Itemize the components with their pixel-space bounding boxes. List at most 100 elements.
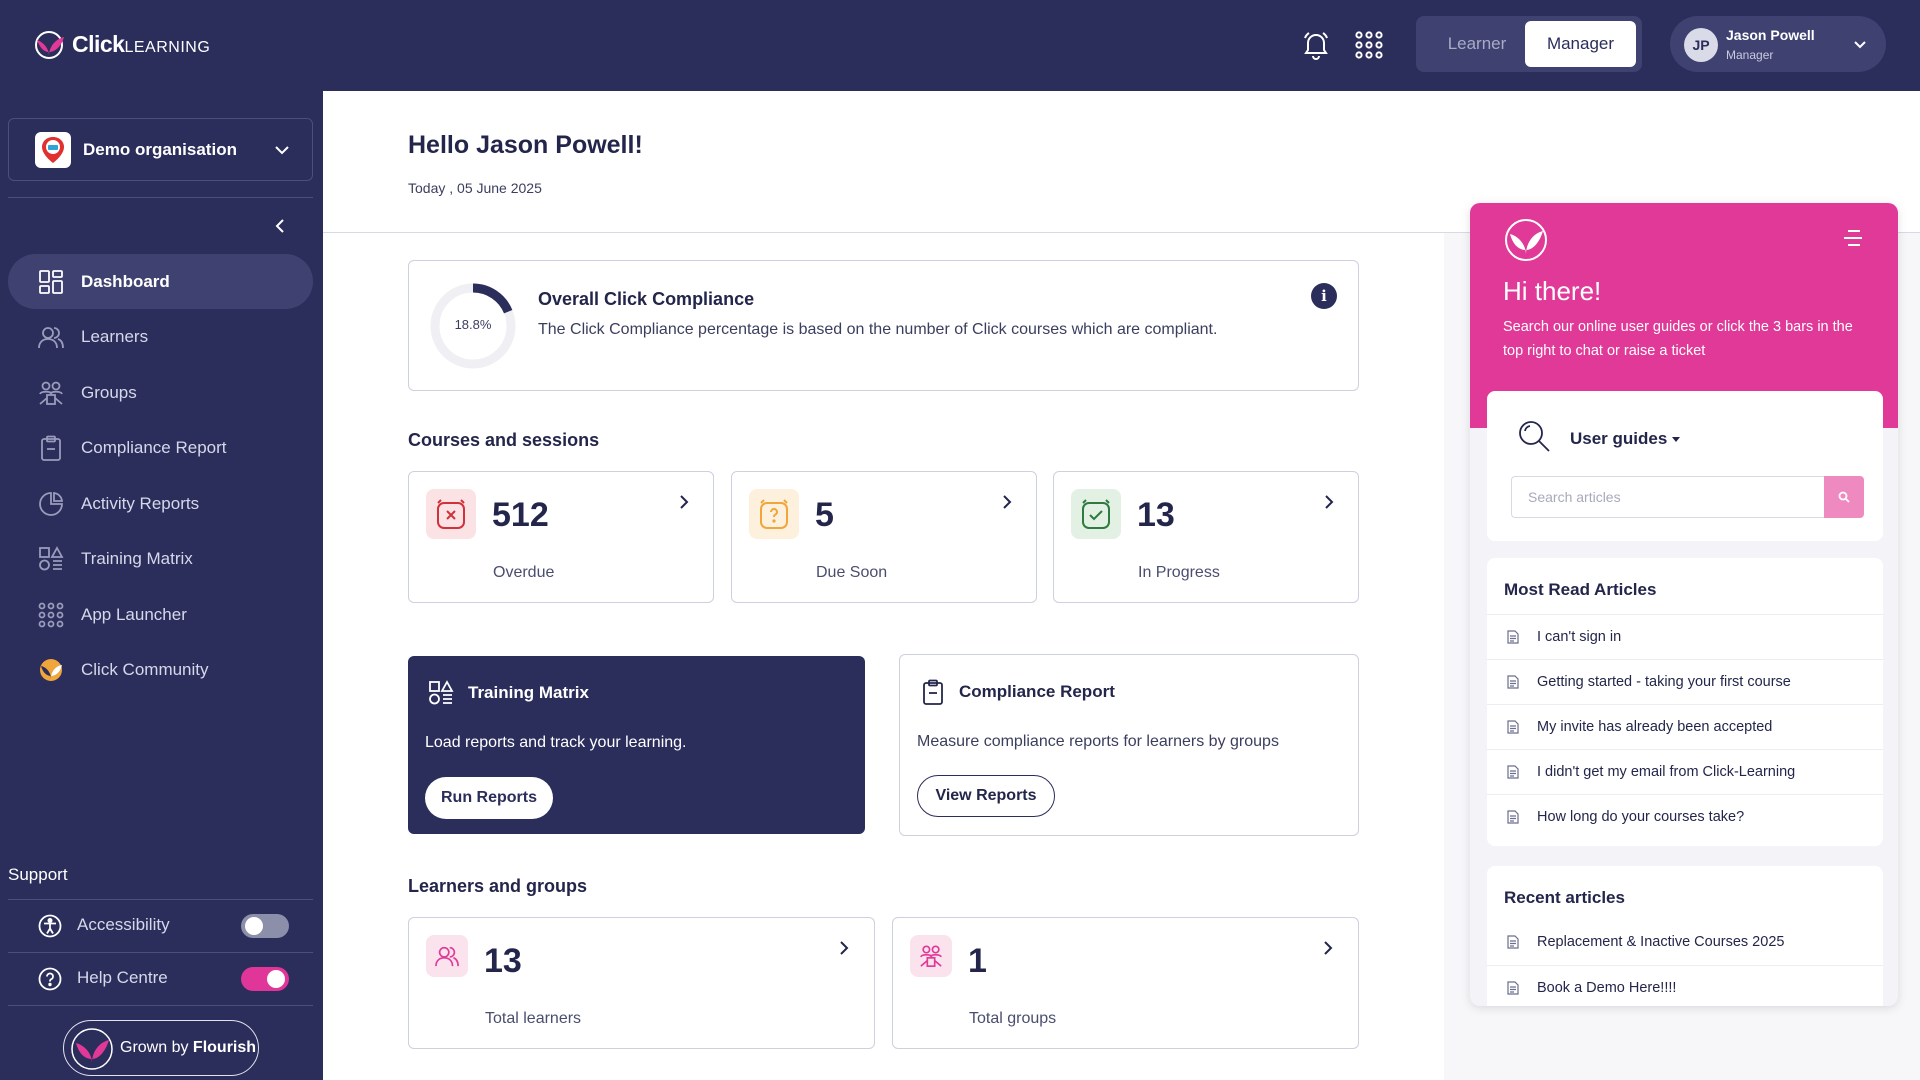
divider	[8, 1005, 313, 1006]
due-soon-card[interactable]: 5 Due Soon	[731, 471, 1037, 603]
chevron-right-icon[interactable]	[837, 938, 851, 958]
user-menu[interactable]: JP Jason Powell Manager	[1670, 16, 1886, 72]
total-groups-card[interactable]: 1 Total groups	[892, 917, 1359, 1049]
hamburger-menu-icon[interactable]	[1842, 227, 1864, 249]
due-soon-count: 5	[815, 496, 834, 534]
sidebar-item-label: Compliance Report	[81, 437, 227, 457]
matrix-icon	[39, 546, 64, 571]
recent-articles-title: Recent articles	[1504, 888, 1625, 907]
learners-icon	[38, 327, 64, 349]
document-icon	[1507, 935, 1519, 949]
total-learners-label: Total learners	[485, 1010, 582, 1027]
support-heading: Support	[8, 865, 68, 884]
recent-articles-panel: Recent articles Replacement & Inactive C…	[1487, 866, 1883, 1006]
sidebar-item-learners[interactable]: Learners	[8, 309, 313, 364]
total-learners-card[interactable]: 13 Total learners	[408, 917, 875, 1049]
grown-by-flourish-badge[interactable]: Grown by Flourish	[63, 1020, 259, 1076]
search-button[interactable]	[1824, 476, 1864, 518]
info-icon[interactable]: i	[1311, 283, 1337, 309]
article-title: How long do your courses take?	[1537, 809, 1745, 825]
learner-mode-button[interactable]: Learner	[1422, 21, 1532, 67]
avatar: JP	[1684, 28, 1718, 62]
article-link[interactable]: Replacement & Inactive Courses 2025	[1487, 920, 1883, 965]
accessibility-label: Accessibility	[77, 915, 170, 934]
sidebar-item-dashboard[interactable]: Dashboard	[8, 254, 313, 309]
sidebar-item-groups[interactable]: Groups	[8, 365, 313, 420]
learners-icon	[426, 935, 468, 977]
help-centre-toggle[interactable]	[241, 967, 289, 991]
chevron-down-icon[interactable]	[1852, 36, 1868, 52]
total-groups-count: 1	[968, 942, 987, 980]
in-progress-card[interactable]: 13 In Progress	[1053, 471, 1359, 603]
search-icon	[1519, 421, 1550, 452]
click-learning-logo[interactable]: ClickLEARNING	[34, 28, 210, 60]
article-title: Book a Demo Here!!!!	[1537, 980, 1677, 996]
accessibility-toggle[interactable]	[241, 914, 289, 938]
help-centre-label: Help Centre	[77, 968, 168, 987]
article-title: I didn't get my email from Click-Learnin…	[1537, 764, 1796, 780]
community-icon	[40, 659, 62, 681]
sidebar-item-training-matrix[interactable]: Training Matrix	[8, 531, 313, 586]
courses-sessions-heading: Courses and sessions	[408, 430, 600, 450]
run-reports-button[interactable]: Run Reports	[425, 777, 553, 819]
grown-by-text: Grown by	[120, 1039, 189, 1056]
overdue-label: Overdue	[493, 564, 555, 581]
help-centre-row: Help Centre	[8, 953, 313, 1005]
user-guides-search-panel: User guides	[1487, 391, 1883, 541]
training-matrix-card: Training Matrix Load reports and track y…	[408, 656, 865, 834]
overall-compliance-card: 18.8% Overall Click Compliance The Click…	[408, 260, 1359, 391]
sidebar-item-label: Learners	[81, 326, 149, 346]
document-icon	[1507, 765, 1519, 779]
user-guides-dropdown[interactable]: User guides	[1570, 429, 1667, 449]
groups-icon	[910, 935, 952, 977]
article-link[interactable]: My invite has already been accepted	[1487, 704, 1883, 749]
flourish-leaf-icon	[71, 1028, 113, 1070]
compliance-report-title: Compliance Report	[959, 682, 1115, 701]
chevron-down-icon[interactable]	[272, 140, 292, 160]
chevron-right-icon[interactable]	[677, 492, 691, 512]
chevron-right-icon[interactable]	[1321, 938, 1335, 958]
activity-icon	[39, 491, 64, 516]
document-icon	[1507, 630, 1519, 644]
article-link[interactable]: I can't sign in	[1487, 614, 1883, 659]
overdue-card[interactable]: 512 Overdue	[408, 471, 714, 603]
article-link[interactable]: Getting started - taking your first cour…	[1487, 659, 1883, 704]
top-bar: ClickLEARNING Learner Manager JP Jason P…	[0, 0, 1920, 91]
chevron-right-icon[interactable]	[1000, 492, 1014, 512]
total-groups-label: Total groups	[969, 1010, 1057, 1027]
sidebar-item-label: Groups	[81, 382, 137, 402]
caret-down-icon[interactable]	[1672, 437, 1680, 442]
flourish-text: Flourish	[192, 1039, 257, 1056]
mode-switch: Learner Manager	[1416, 16, 1642, 72]
organisation-selector[interactable]: Demo organisation	[8, 118, 313, 181]
article-link[interactable]: Book a Demo Here!!!!	[1487, 965, 1883, 1006]
sidebar-item-activity-reports[interactable]: Activity Reports	[8, 476, 313, 531]
sidebar-item-app-launcher[interactable]: App Launcher	[8, 587, 313, 642]
clipboard-icon	[41, 435, 61, 461]
apps-grid-icon[interactable]	[1355, 31, 1383, 59]
view-reports-button[interactable]: View Reports	[917, 775, 1055, 817]
article-link[interactable]: I didn't get my email from Click-Learnin…	[1487, 749, 1883, 794]
manager-mode-button[interactable]: Manager	[1525, 21, 1636, 67]
widget-greeting: Hi there!	[1503, 276, 1602, 306]
sidebar-item-compliance-report[interactable]: Compliance Report	[8, 420, 313, 475]
search-icon	[1838, 491, 1850, 503]
logo-suffix: LEARNING	[124, 38, 211, 56]
today-date: Today , 05 June 2025	[408, 180, 542, 196]
document-icon	[1507, 720, 1519, 734]
article-link[interactable]: How long do your courses take?	[1487, 794, 1883, 839]
clipboard-icon	[923, 679, 943, 705]
document-icon	[1507, 675, 1519, 689]
compliance-description: The Click Compliance percentage is based…	[538, 321, 1218, 338]
page-title: Hello Jason Powell!	[408, 131, 643, 159]
collapse-sidebar-chevron-icon[interactable]	[272, 217, 288, 235]
learners-groups-heading: Learners and groups	[408, 876, 588, 896]
organisation-logo-icon	[35, 132, 71, 168]
sidebar-item-label: Click Community	[81, 659, 209, 679]
accessibility-row: Accessibility	[8, 900, 313, 952]
chevron-right-icon[interactable]	[1322, 492, 1336, 512]
document-icon	[1507, 981, 1519, 995]
notifications-bell-icon[interactable]	[1302, 30, 1330, 60]
search-articles-input[interactable]	[1511, 476, 1824, 518]
sidebar-item-click-community[interactable]: Click Community	[8, 642, 313, 697]
